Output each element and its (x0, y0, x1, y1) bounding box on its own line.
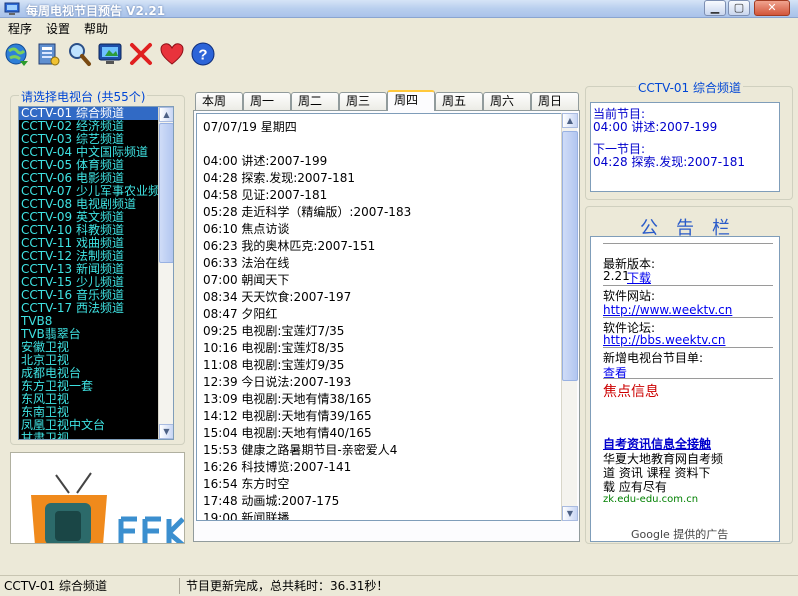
site-label: 软件网站: (603, 289, 656, 303)
schedule-entry: 04:28 探索.发现:2007-181 (203, 171, 356, 185)
schedule-entry: 04:58 见证:2007-181 (203, 188, 328, 202)
divider (603, 317, 773, 318)
current-program: 04:00 讲述:2007-199 (593, 120, 718, 134)
tv-app-icon (4, 2, 20, 15)
close-icon: ✕ (767, 1, 777, 14)
tab-wednesday[interactable]: 周三 (339, 92, 387, 110)
now-next-panel: 当前节目: 04:00 讲述:2007-199 下一节目: 04:28 探索.发… (590, 102, 780, 192)
search-icon[interactable] (66, 41, 92, 67)
schedule-entry: 16:54 东方时空 (203, 477, 290, 491)
channel-group-legend: 请选择电视台 (共55个) (19, 88, 148, 105)
channel-items: CCTV-01 综合频道 CCTV-02 经济频道 CCTV-03 综艺频道 CCTV… (19, 107, 173, 440)
tab-thursday[interactable]: 周四 (387, 90, 435, 111)
schedule-entry: 05:28 走近科学（精编版）:2007-183 (203, 205, 412, 219)
tv-screen-icon[interactable] (97, 41, 123, 67)
schedule-entry: 15:53 健康之路暑期节目-亲密爱人4 (203, 443, 398, 457)
current-channel-legend: CCTV-01 综合频道 (636, 79, 744, 96)
minimize-button[interactable]: ▁ (704, 0, 726, 16)
divider (603, 378, 773, 379)
ad-url[interactable]: zk.edu-edu.com.cn (603, 494, 698, 505)
version-value: 2.21 (603, 269, 630, 283)
focus-heading: 焦点信息 (603, 384, 659, 400)
next-program: 04:28 探索.发现:2007-181 (593, 155, 746, 169)
menu-program[interactable]: 程序 (8, 20, 32, 37)
schedule-entry: 13:09 电视剧:天地有情38/165 (203, 392, 372, 406)
tab-this-week[interactable]: 本周 (195, 92, 243, 110)
window-title: 每周电视节目预告 V2.21 (26, 4, 166, 18)
schedule-entry: 06:23 我的奥林匹克:2007-151 (203, 239, 376, 253)
divider (603, 243, 773, 244)
tab-saturday[interactable]: 周六 (483, 92, 531, 110)
svg-text:?: ? (198, 47, 207, 64)
schedule-text[interactable]: 07/07/19 星期四 04:00 讲述:2007-199 04:28 探索.发… (196, 113, 566, 521)
scroll-down-icon[interactable]: ▼ (159, 424, 173, 439)
schedule-entry: 16:26 科技博览:2007-141 (203, 460, 352, 474)
menu-settings[interactable]: 设置 (46, 20, 70, 37)
tab-tuesday[interactable]: 周二 (291, 92, 339, 110)
weektv-logo (10, 452, 185, 544)
schedule-entry: 07:00 朝闻天下 (203, 273, 290, 287)
maximize-icon: ▢ (733, 1, 745, 14)
tab-friday[interactable]: 周五 (435, 92, 483, 110)
schedule-entry: 09:25 电视剧:宝莲灯7/35 (203, 324, 345, 338)
schedule-entry: 04:00 讲述:2007-199 (203, 154, 328, 168)
day-tabs: 本周 周一 周二 周三 周四 周五 周六 周日 (195, 90, 580, 111)
close-window-button[interactable]: ✕ (754, 0, 790, 16)
schedule-entry: 08:47 夕阳红 (203, 307, 278, 321)
scroll-up-icon[interactable]: ▲ (562, 113, 578, 128)
schedule-entry: 11:08 电视剧:宝莲灯9/35 (203, 358, 345, 372)
maximize-button[interactable]: ▢ (728, 0, 750, 16)
schedule-entry: 06:10 焦点访谈 (203, 222, 290, 236)
notice-panel[interactable]: 最新版本: 2.21 下载 软件网站: http://www.weektv.cn… (590, 236, 780, 542)
menu-bar: 程序 设置 帮助 (0, 18, 798, 36)
status-bar: CCTV-01 综合频道 节目更新完成，总共耗时：36.31秒！ (0, 575, 798, 596)
site-url-link[interactable]: http://www.weektv.cn (603, 303, 732, 317)
divider (603, 347, 773, 348)
google-ads-label[interactable]: Google 提供的广告 (631, 526, 728, 541)
download-link[interactable]: 下载 (627, 269, 651, 286)
schedule-entry: 15:04 电视剧:天地有情40/165 (203, 426, 372, 440)
help-icon[interactable]: ? (190, 41, 216, 67)
toolbar: ? (0, 37, 798, 71)
schedule-entry: 12:39 今日说法:2007-193 (203, 375, 352, 389)
globe-refresh-icon[interactable] (4, 41, 30, 67)
status-message: 节目更新完成，总共耗时：36.31秒！ (186, 579, 389, 593)
schedule-entry: 17:48 动画城:2007-175 (203, 494, 340, 508)
tab-monday[interactable]: 周一 (243, 92, 291, 110)
schedule-date: 07/07/19 星期四 (203, 120, 297, 134)
schedule-entry: 14:12 电视剧:天地有情39/165 (203, 409, 372, 423)
scrollbar-thumb[interactable] (159, 123, 173, 263)
title-bar: 每周电视节目预告 V2.21 ▁ ▢ ✕ (0, 0, 798, 18)
ad-body-line3: 载 应有尽有 (603, 480, 667, 494)
forum-url-link[interactable]: http://bbs.weektv.cn (603, 333, 725, 347)
tv-logo-icon (31, 472, 184, 543)
scroll-down-icon[interactable]: ▼ (562, 506, 578, 521)
scroll-up-icon[interactable]: ▲ (159, 107, 173, 122)
tab-sunday[interactable]: 周日 (531, 92, 579, 110)
schedule-panel: 07/07/19 星期四 04:00 讲述:2007-199 04:28 探索.发… (193, 110, 580, 542)
minimize-icon: ▁ (710, 1, 720, 14)
menu-help[interactable]: 帮助 (84, 20, 108, 37)
schedule-entry: 08:34 天天饮食:2007-197 (203, 290, 352, 304)
channel-list[interactable]: CCTV-01 综合频道 CCTV-02 经济频道 CCTV-03 综艺频道 CCTV… (18, 106, 174, 440)
schedule-entry: 19:00 新闻联播 (203, 511, 290, 521)
channel-item[interactable]: 甘肃卫视 (19, 432, 173, 440)
schedule-entry: 10:16 电视剧:宝莲灯8/35 (203, 341, 345, 355)
heart-icon[interactable] (159, 41, 185, 67)
delete-icon[interactable] (128, 41, 154, 67)
schedule-book-icon[interactable] (35, 41, 61, 67)
schedule-entry: 06:33 法治在线 (203, 256, 290, 270)
scrollbar-thumb[interactable] (562, 131, 578, 381)
channel-list-scrollbar[interactable]: ▲ ▼ (158, 107, 173, 439)
divider (603, 285, 773, 286)
status-channel: CCTV-01 综合频道 (2, 578, 180, 594)
schedule-scrollbar[interactable]: ▲ ▼ (561, 113, 578, 521)
